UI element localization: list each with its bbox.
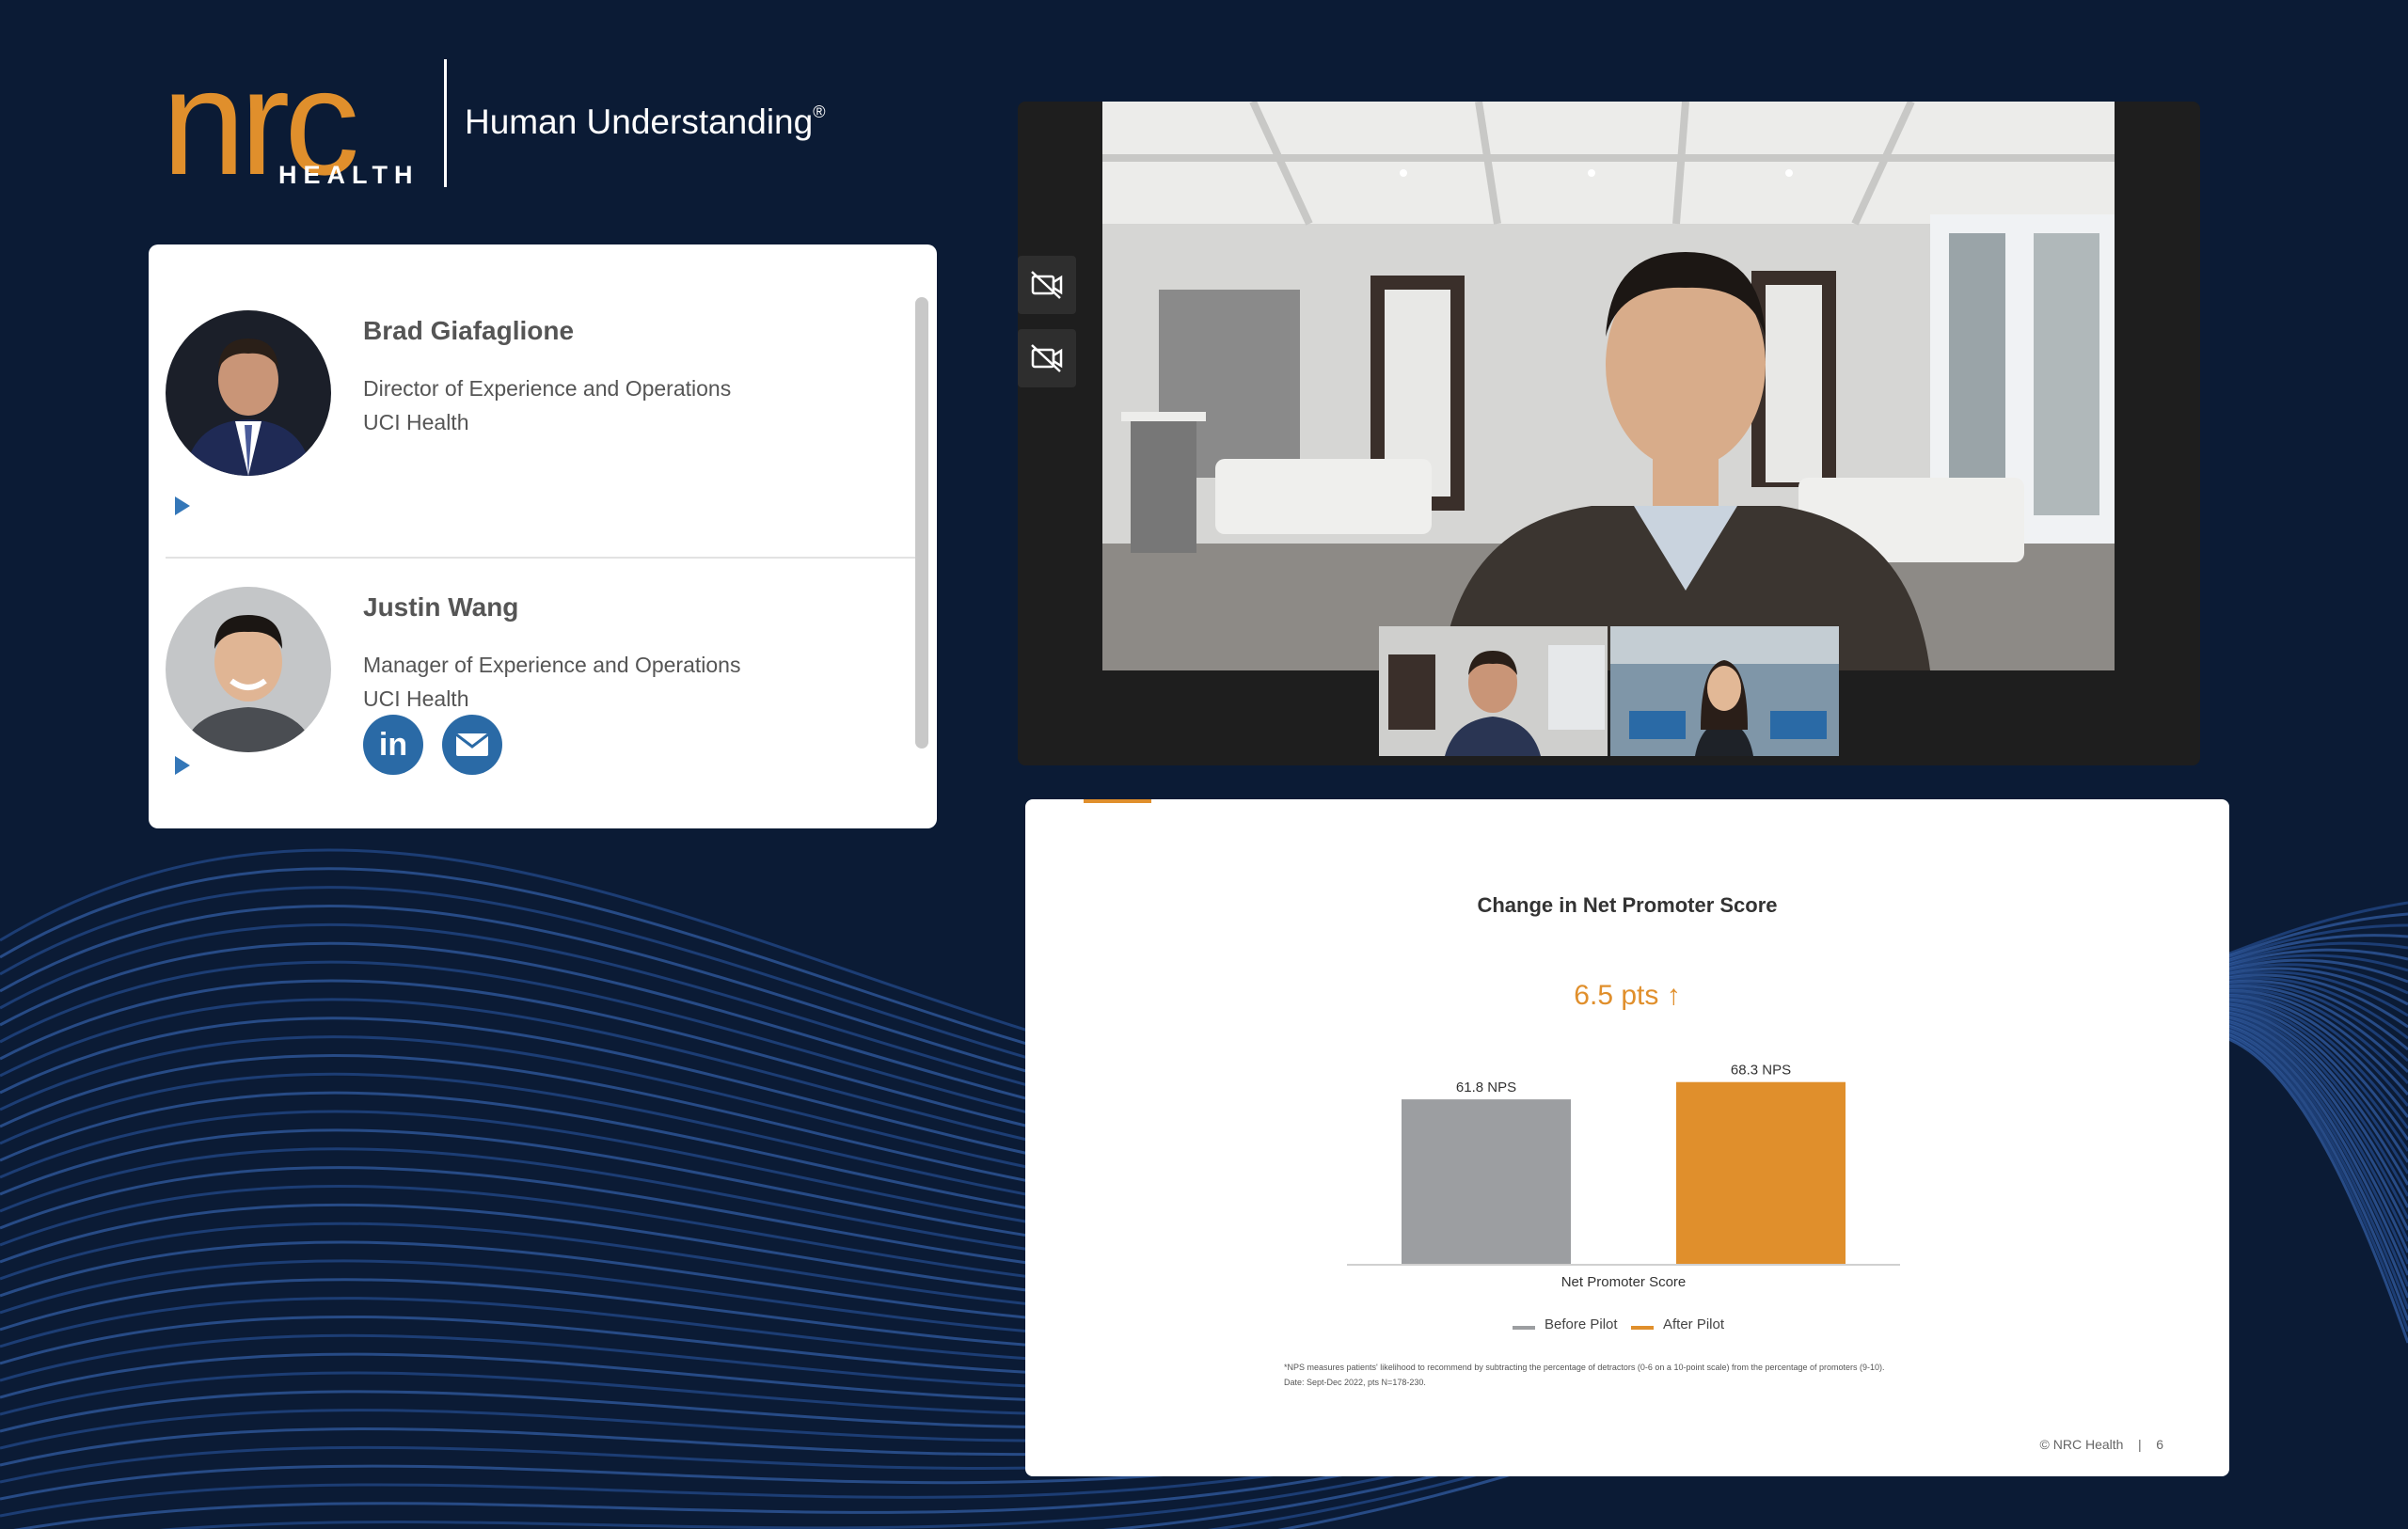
avatar bbox=[166, 310, 331, 476]
speaker-organization: UCI Health bbox=[363, 686, 469, 711]
logo-divider bbox=[444, 59, 447, 187]
copyright-text: © NRC Health bbox=[2039, 1437, 2124, 1452]
presentation-slide: 61.8 NPS 68.3 NPS Net Promoter Score Chang… bbox=[1025, 799, 2229, 1476]
speaker-role: Manager of Experience and Operations bbox=[363, 653, 741, 677]
logo-tagline: Human Understanding® bbox=[465, 102, 825, 142]
x-axis-label: Net Promoter Score bbox=[1561, 1274, 1687, 1290]
speaker-item: Brad Giafaglione Director of Experience … bbox=[149, 310, 911, 515]
divider bbox=[166, 557, 927, 559]
chart-bar bbox=[1676, 1081, 1846, 1264]
email-button[interactable] bbox=[442, 715, 502, 775]
speaker-card: Brad Giafaglione Director of Experience … bbox=[149, 244, 937, 828]
speaker-role: Director of Experience and Operations bbox=[363, 376, 732, 401]
expand-arrow-icon[interactable] bbox=[175, 756, 190, 775]
envelope-icon bbox=[455, 733, 489, 756]
page-number: 6 bbox=[2156, 1437, 2163, 1452]
camera-off-icon bbox=[1031, 271, 1063, 299]
footer-separator: | bbox=[2138, 1437, 2142, 1452]
chart-bar bbox=[1402, 1099, 1571, 1264]
video-panel bbox=[1018, 102, 2200, 765]
chart-title: Change in Net Promoter Score bbox=[1477, 893, 1778, 917]
scrollbar[interactable] bbox=[915, 297, 928, 749]
speaker-item: Justin Wang Manager of Experience and Op… bbox=[149, 587, 911, 828]
chart-delta-annotation: 6.5 pts ↑ bbox=[1574, 980, 1681, 1011]
main-video-feed bbox=[1102, 102, 2115, 670]
footnote-line: Date: Sept-Dec 2022, pts N=178-230. bbox=[1284, 1378, 1426, 1387]
legend-swatch-before bbox=[1513, 1326, 1535, 1330]
legend-swatch-after bbox=[1631, 1326, 1654, 1330]
chart-legend: Before Pilot After Pilot bbox=[1513, 1316, 1889, 1339]
camera-off-button[interactable] bbox=[1018, 256, 1076, 314]
participant-thumbnail[interactable] bbox=[1610, 626, 1839, 756]
camera-off-icon bbox=[1031, 344, 1063, 372]
expand-arrow-icon[interactable] bbox=[175, 497, 190, 515]
speaker-name: Justin Wang bbox=[363, 592, 519, 622]
linkedin-button[interactable]: in bbox=[363, 715, 423, 775]
logo-subtext: HEALTH bbox=[278, 161, 420, 189]
chart-footnote: *NPS measures patients' likelihood to re… bbox=[1284, 1360, 1999, 1390]
logo-tagline-text: Human Understanding bbox=[465, 102, 814, 141]
nrc-health-logo: nrc HEALTH Human Understanding® bbox=[162, 47, 877, 202]
footnote-line: *NPS measures patients' likelihood to re… bbox=[1284, 1363, 1885, 1372]
participant-thumbnail[interactable] bbox=[1379, 626, 1608, 756]
linkedin-icon: in bbox=[378, 727, 408, 763]
registered-mark: ® bbox=[813, 102, 826, 121]
speaker-organization: UCI Health bbox=[363, 410, 469, 434]
slide-footer: © NRC Health | 6 bbox=[2040, 1437, 2163, 1452]
legend-label-after: After Pilot bbox=[1663, 1316, 1725, 1332]
speaker-name: Brad Giafaglione bbox=[363, 316, 575, 345]
bar-data-label: 61.8 NPS bbox=[1456, 1080, 1516, 1096]
avatar bbox=[166, 587, 331, 752]
legend-label-before: Before Pilot bbox=[1545, 1316, 1618, 1332]
camera-off-button[interactable] bbox=[1018, 329, 1076, 387]
bar-data-label: 68.3 NPS bbox=[1731, 1063, 1791, 1079]
